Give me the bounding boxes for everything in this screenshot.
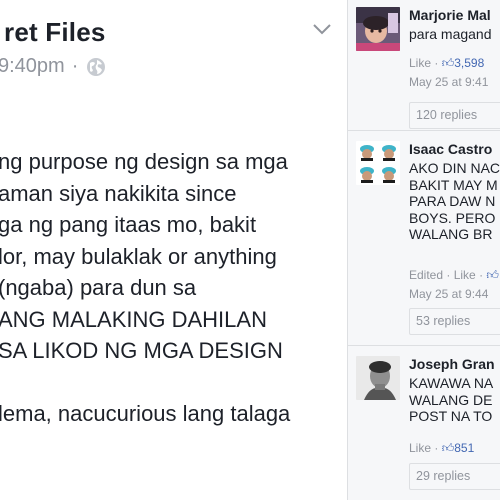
action-separator: · — [434, 56, 439, 70]
view-replies-button[interactable]: 53 replies — [409, 308, 500, 335]
post-line: ga ng pang itaas mo, bakit — [0, 212, 257, 237]
comment-line: para magand — [409, 26, 492, 42]
like-count[interactable]: 3,598 — [454, 56, 484, 70]
portrait-photo-icon — [356, 356, 400, 400]
comment-actions: Edited · Like · 👍︎ — [409, 268, 499, 283]
action-separator: · — [479, 268, 484, 282]
chevron-down-icon[interactable] — [313, 22, 331, 36]
like-link[interactable]: Like — [409, 56, 431, 70]
page-name-link[interactable]: ret Files — [4, 17, 106, 48]
action-separator: · — [434, 441, 439, 455]
post-line: lor, may bulaklak or anything — [0, 243, 277, 269]
replies-count: 120 replies — [416, 108, 478, 122]
comment-actions: Like · 👍︎3,598 — [409, 56, 484, 71]
like-link[interactable]: Like — [409, 441, 431, 455]
child-photo-icon — [356, 7, 400, 51]
comment-timestamp[interactable]: May 25 at 9:44 — [409, 287, 488, 301]
comment-item: Isaac Castro AKO DIN NAC BAKIT MAY M PAR… — [348, 141, 500, 341]
avatar[interactable] — [356, 141, 400, 185]
comment-line: WALANG BR — [409, 226, 493, 242]
comment-item: Marjorie Mal para magand Like · 👍︎3,598 … — [348, 7, 500, 129]
comment-timestamp[interactable]: May 25 at 9:41 — [409, 75, 488, 89]
comment-line: WALANG DE — [409, 391, 493, 408]
post-header: ret Files 9:40pm · — [0, 0, 347, 90]
comment-author[interactable]: Joseph Gran — [409, 356, 495, 372]
post-line: ng purpose ng design sa mga — [0, 149, 288, 174]
post-line: SA LIKOD NG MGA DESIGN — [0, 338, 283, 363]
post-line: ANG MALAKING DAHILAN — [0, 306, 267, 332]
comment-divider — [348, 345, 500, 346]
replies-count: 53 replies — [416, 314, 471, 328]
replies-count: 29 replies — [416, 469, 471, 483]
post-line: lema, nacucurious lang talaga — [0, 401, 291, 426]
view-replies-button[interactable]: 29 replies — [409, 463, 500, 490]
comment-line: AKO DIN NAC — [409, 160, 500, 176]
post-line: aman siya nakikita since — [0, 180, 237, 206]
comments-panel[interactable]: Marjorie Mal para magand Like · 👍︎3,598 … — [348, 0, 500, 500]
post-line-gap — [0, 367, 343, 399]
post-timestamp[interactable]: 9:40pm — [0, 55, 65, 78]
post-line: (ngaba) para dun sa — [0, 275, 197, 300]
avatar[interactable] — [356, 7, 400, 51]
comment-line: KAWAWA NA — [409, 375, 494, 391]
post-meta: 9:40pm · — [0, 55, 106, 78]
thumbs-up-icon: 👍︎ — [486, 268, 499, 282]
avatar[interactable] — [356, 356, 400, 400]
post-panel: ret Files 9:40pm · ng purpose ng design … — [0, 0, 347, 500]
view-replies-button[interactable]: 120 replies — [409, 102, 500, 129]
comment-text: AKO DIN NAC BAKIT MAY M PARA DAW N BOYS.… — [409, 160, 500, 243]
comment-line: BOYS. PERO — [409, 209, 496, 226]
action-separator: · — [446, 268, 451, 282]
comment-item: Joseph Gran KAWAWA NA WALANG DE POST NA … — [348, 356, 500, 500]
comment-line: PARA DAW N — [409, 193, 496, 209]
comment-text: para magand — [409, 26, 500, 43]
post-body-text: ng purpose ng design sa mga aman siya na… — [0, 146, 343, 430]
comment-divider — [348, 130, 500, 131]
edited-label[interactable]: Edited — [409, 268, 443, 282]
globe-icon[interactable] — [86, 57, 106, 77]
like-link[interactable]: Like — [454, 268, 476, 282]
grid-of-faces-icon — [356, 141, 400, 185]
comment-author[interactable]: Isaac Castro — [409, 141, 492, 157]
comment-line: POST NA TO — [409, 408, 493, 424]
comment-line: BAKIT MAY M — [409, 176, 498, 193]
comment-text: KAWAWA NA WALANG DE POST NA TO — [409, 375, 500, 425]
comment-author[interactable]: Marjorie Mal — [409, 7, 491, 23]
comment-actions: Like · 👍︎851 — [409, 441, 474, 456]
like-count[interactable]: 851 — [454, 441, 474, 455]
meta-separator: · — [71, 55, 79, 77]
thumbs-up-icon: 👍︎ — [441, 441, 455, 455]
thumbs-up-icon: 👍︎ — [441, 56, 455, 70]
